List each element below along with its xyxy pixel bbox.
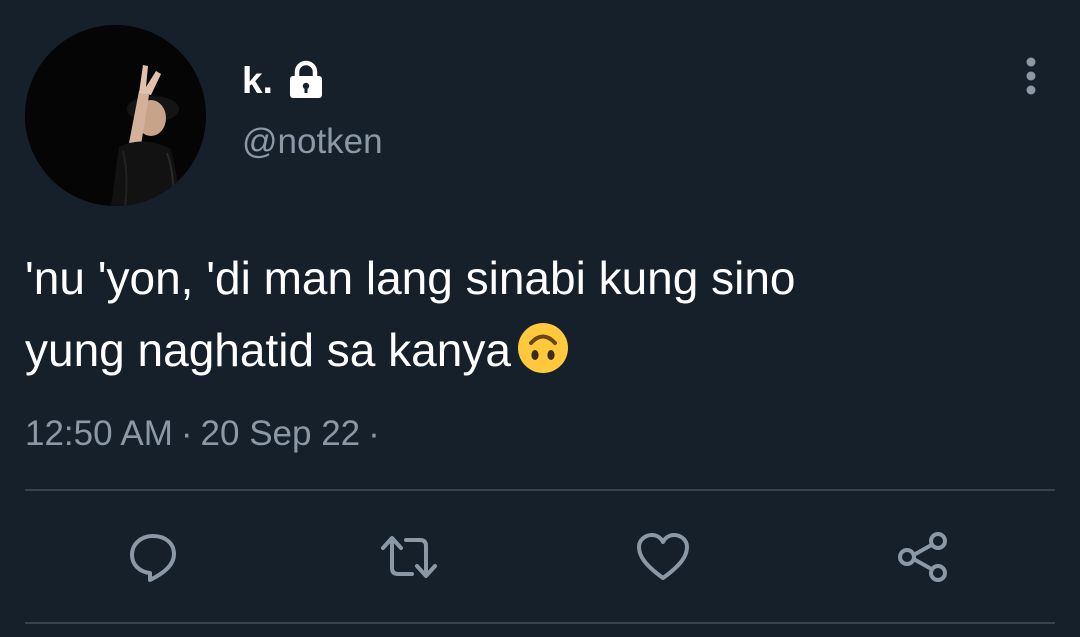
retweet-button[interactable]	[380, 528, 438, 586]
tweet-meta: 12:50 AM · 20 Sep 22 ·	[25, 412, 388, 456]
retweet-icon	[381, 536, 437, 578]
meta-separator: ·	[180, 414, 193, 453]
reply-icon	[130, 534, 176, 582]
avatar-photo	[25, 25, 206, 206]
tweet-text-line-with-emoji: yung naghatid sa kanya	[25, 314, 1055, 386]
tweet-text-line: 'nu 'yon, 'di man lang sinabi kung sino	[25, 252, 796, 304]
reply-button[interactable]	[124, 528, 182, 586]
more-vertical-icon[interactable]	[1016, 56, 1046, 96]
share-button[interactable]	[894, 528, 952, 586]
author-handle[interactable]: @notken	[242, 124, 383, 159]
heart-icon	[637, 533, 689, 580]
tweet-time[interactable]: 12:50 AM	[25, 414, 173, 453]
share-icon	[898, 532, 947, 582]
like-button[interactable]	[634, 528, 692, 586]
display-name[interactable]: k.	[242, 62, 273, 99]
lock-icon	[289, 60, 322, 98]
meta-separator-trailing: ·	[368, 414, 380, 453]
divider	[25, 489, 1055, 491]
avatar[interactable]	[25, 25, 206, 206]
tweet-text-line: yung naghatid sa kanya	[25, 324, 511, 376]
author-name-row[interactable]: k.	[242, 58, 325, 102]
tweet-text: 'nu 'yon, 'di man lang sinabi kung sino …	[25, 242, 1055, 386]
upside-down-face-emoji	[517, 323, 568, 373]
divider	[25, 622, 1055, 624]
tweet-date[interactable]: 20 Sep 22	[201, 414, 361, 453]
